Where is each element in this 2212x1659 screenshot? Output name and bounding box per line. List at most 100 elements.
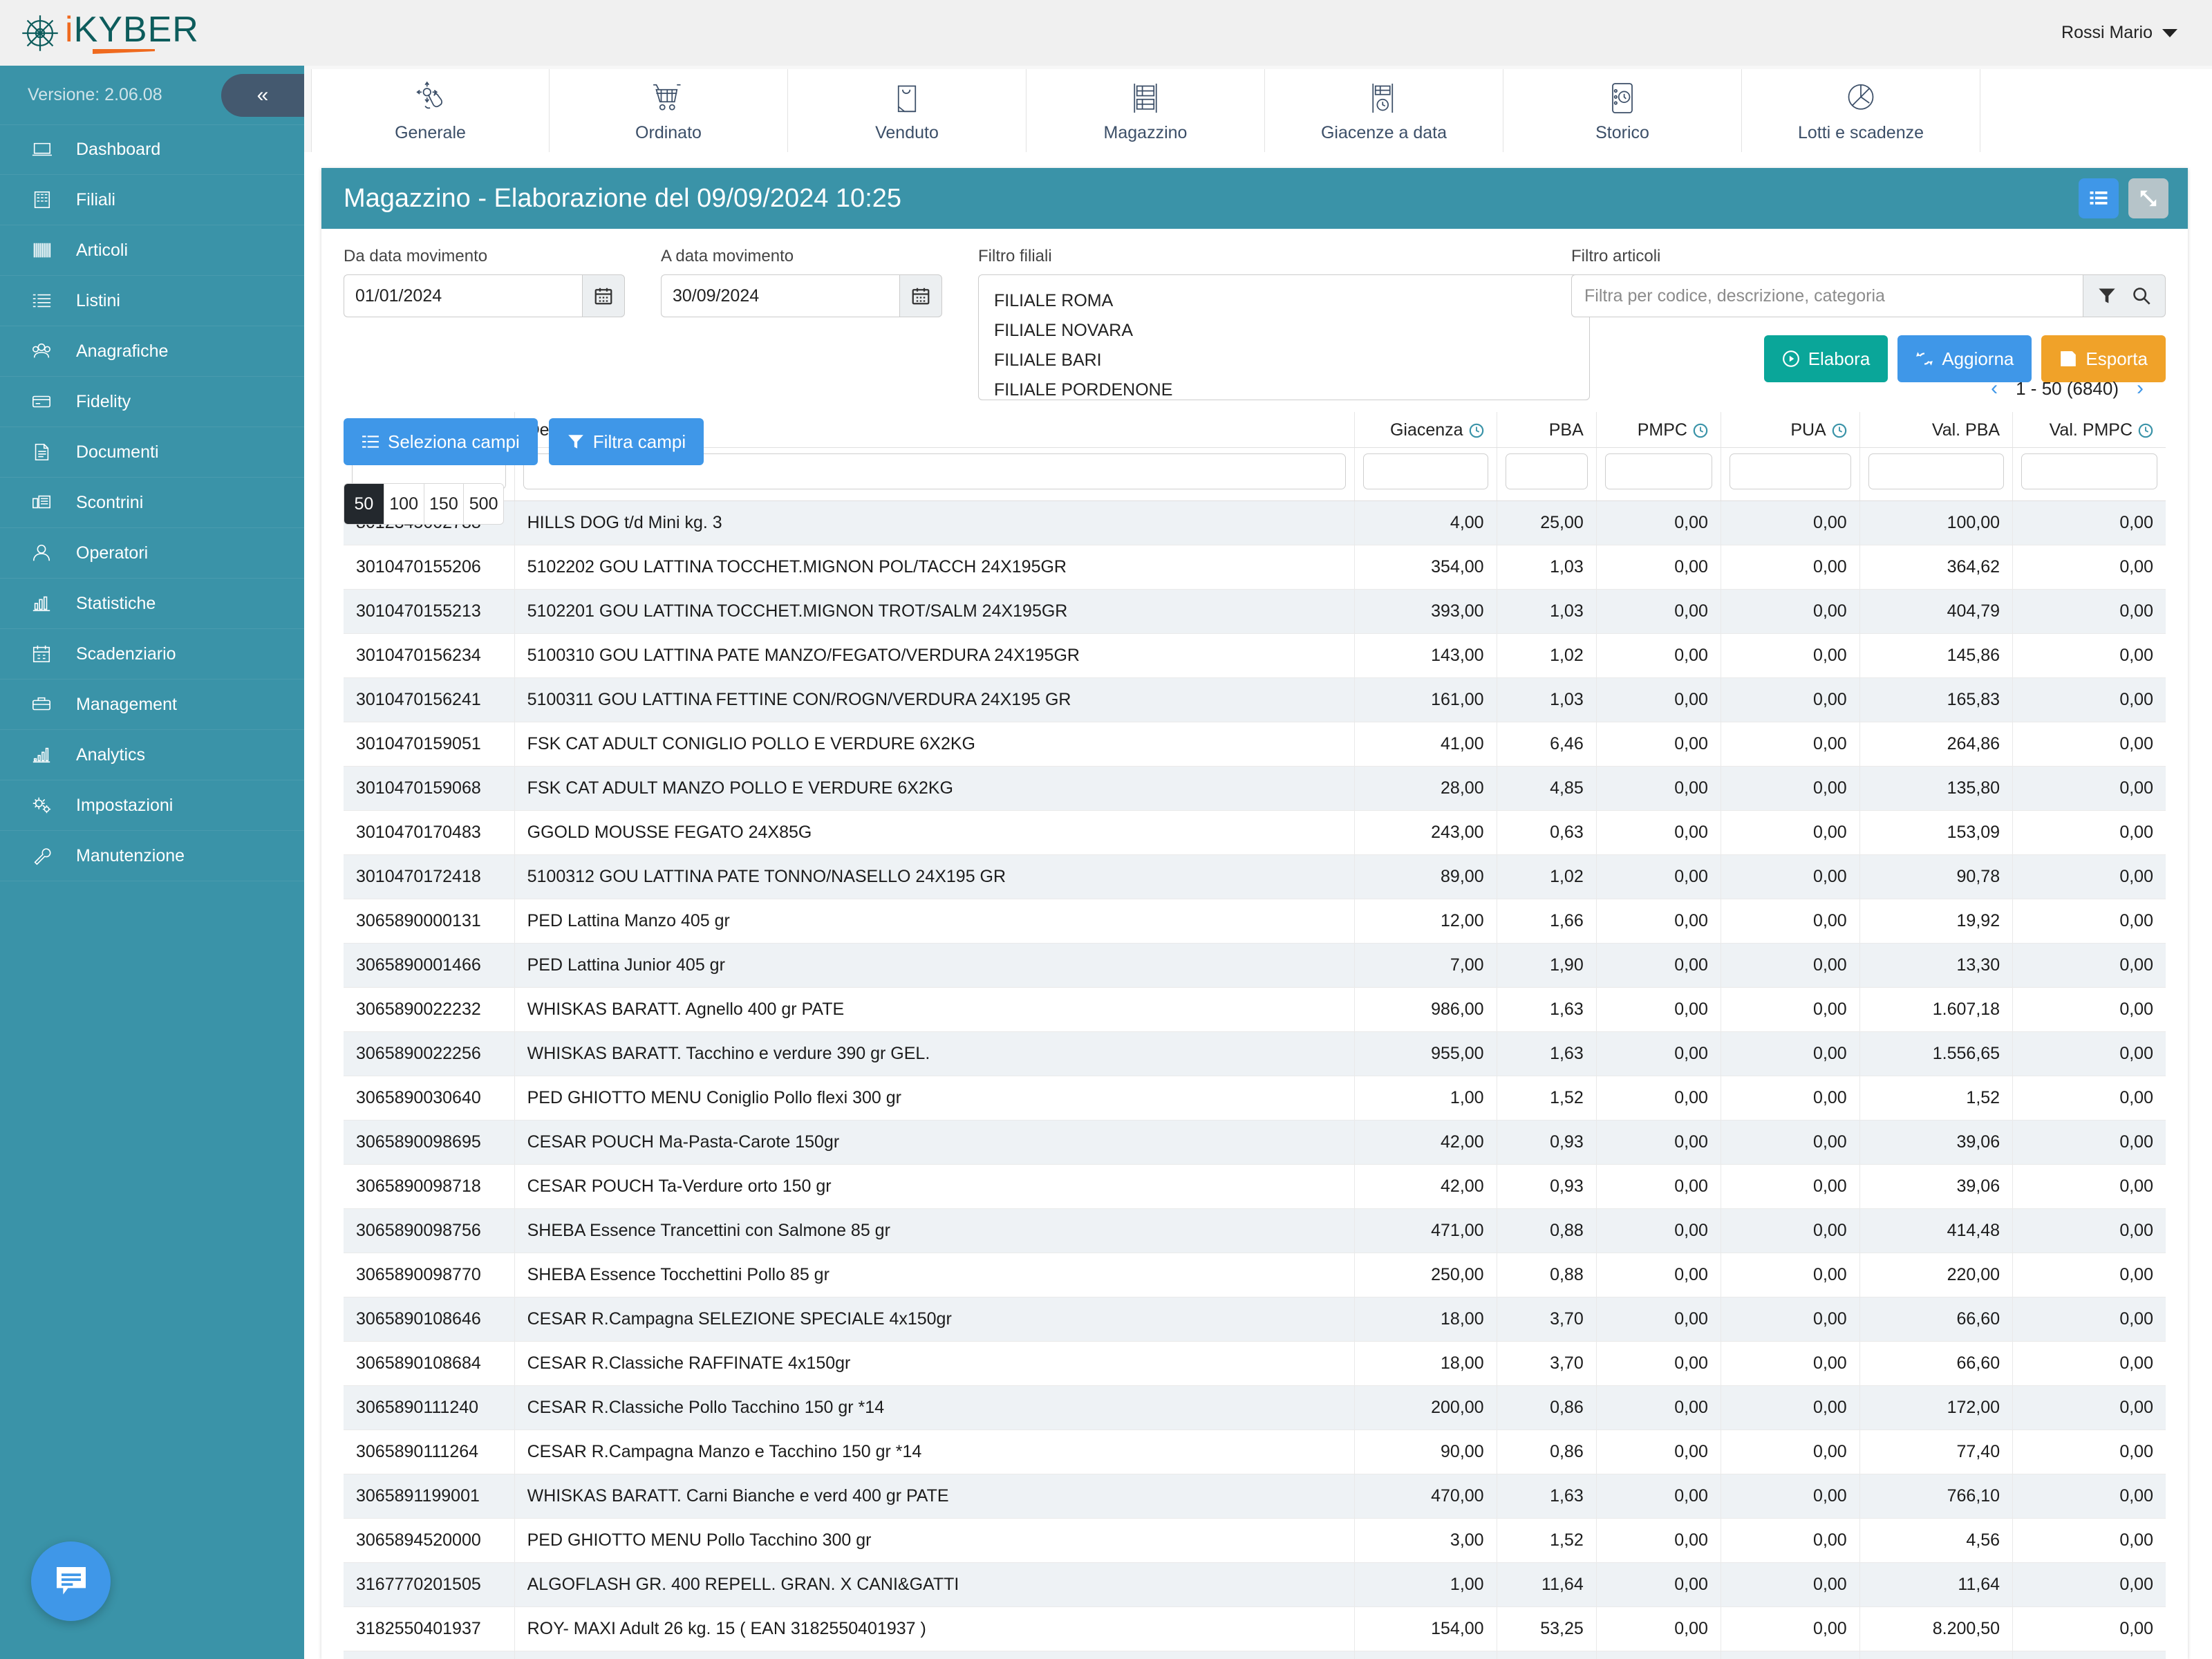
table-row[interactable]: 3065890111264 CESAR R.Campagna Manzo e Ta… — [344, 1430, 2166, 1474]
users-icon — [28, 339, 55, 364]
tab-lotti-e-scadenze[interactable]: Lotti e scadenze — [1742, 69, 1980, 152]
grid-view-button[interactable] — [2079, 178, 2119, 218]
table-cell: 18,00 — [1354, 1341, 1497, 1386]
sidebar-item-operatori[interactable]: Operatori — [0, 528, 304, 579]
table-row[interactable]: 3010470156234 5100310 GOU LATTINA PATE MA… — [344, 633, 2166, 678]
table-row[interactable]: 3010470159068 FSK CAT ADULT MANZO POLLO E… — [344, 766, 2166, 811]
filter-fields-button[interactable]: Filtra campi — [548, 418, 704, 465]
chat-button[interactable] — [31, 1541, 111, 1621]
table-row[interactable]: 3065890098695 CESAR POUCH Ma-Pasta-Carote… — [344, 1120, 2166, 1165]
table-cell: 264,86 — [1859, 722, 2014, 767]
sidebar-item-scontrini[interactable]: Scontrini — [0, 478, 304, 528]
table-row[interactable]: 3065890022256 WHISKAS BARATT. Tacchino e … — [344, 1031, 2166, 1076]
tab-generale[interactable]: Generale — [311, 69, 550, 152]
sidebar-item-analytics[interactable]: Analytics — [0, 730, 304, 780]
filiale-option[interactable]: FILIALE ROMA — [979, 286, 1589, 316]
table-row[interactable]: 3065890111240 CESAR R.Classiche Pollo Tac… — [344, 1385, 2166, 1430]
sidebar-item-impostazioni[interactable]: Impostazioni — [0, 780, 304, 831]
sidebar-item-statistiche[interactable]: Statistiche — [0, 579, 304, 629]
table-row[interactable]: 3010470172418 5100312 GOU LATTINA PATE TO… — [344, 854, 2166, 899]
table-row[interactable]: 3065890098756 SHEBA Essence Trancettini c… — [344, 1208, 2166, 1253]
sidebar-item-management[interactable]: Management — [0, 679, 304, 730]
sidebar-item-anagrafiche[interactable]: Anagrafiche — [0, 326, 304, 377]
sidebar-item-documenti[interactable]: Documenti — [0, 427, 304, 478]
table-cell: 0,00 — [1721, 1651, 1860, 1659]
table-cell: 1,03 — [1497, 589, 1597, 634]
table-row[interactable]: 3010470155206 5102202 GOU LATTINA TOCCHET… — [344, 545, 2166, 590]
table-row[interactable]: 3065890098770 SHEBA Essence Tocchettini P… — [344, 1253, 2166, 1297]
sidebar-item-filiali[interactable]: Filiali — [0, 175, 304, 225]
filiali-listbox[interactable]: FILIALE ROMA FILIALE NOVARA FILIALE BARI… — [978, 274, 1590, 400]
sidebar-item-label: Statistiche — [76, 593, 156, 613]
brand-name: KYBER — [73, 10, 199, 50]
table-row[interactable]: 3065890108646 CESAR R.Campagna SELEZIONE … — [344, 1297, 2166, 1342]
table-cell: 0,00 — [1721, 545, 1860, 590]
table-cell: 0,00 — [1721, 1474, 1860, 1519]
filiali-label: Filtro filiali — [978, 247, 1052, 265]
esporta-button[interactable]: Esporta — [2041, 335, 2166, 382]
page-size-500[interactable]: 500 — [464, 484, 503, 524]
table-row[interactable]: 8012345002788HILLS DOG t/d Mini kg. 34,0… — [344, 500, 2166, 545]
table-row[interactable]: 3065890000131 PED Lattina Manzo 405 gr 12,… — [344, 899, 2166, 944]
user-menu[interactable]: Rossi Mario — [2061, 23, 2177, 43]
chat-bubble-icon — [56, 1566, 86, 1595]
filiale-option[interactable]: FILIALE PORDENONE — [979, 375, 1589, 400]
tab-magazzino[interactable]: Magazzino — [1027, 69, 1265, 152]
sidebar-item-scadenziario[interactable]: Scadenziario — [0, 629, 304, 679]
table-row[interactable]: 3182550401937 ROY- MAXI Adult 26 kg. 15 (… — [344, 1606, 2166, 1651]
tab-venduto[interactable]: Venduto — [788, 69, 1027, 152]
table-row[interactable]: 3065890108684 CESAR R.Classiche RAFFINATE… — [344, 1341, 2166, 1386]
table-cell: 1.607,18 — [1859, 987, 2014, 1032]
double-chevron-left-icon: « — [256, 84, 269, 106]
table-row[interactable]: 3065891199001 WHISKAS BARATT. Carni Bianc… — [344, 1474, 2166, 1519]
elabora-button[interactable]: Elabora — [1763, 335, 1888, 382]
table-row[interactable]: 3167770201505 ALGOFLASH GR. 400 REPELL. G… — [344, 1562, 2166, 1607]
filiale-option[interactable]: FILIALE BARI — [979, 346, 1589, 375]
select-fields-button[interactable]: Seleziona campi — [344, 418, 538, 465]
sidebar-item-manutenzione[interactable]: Manutenzione — [0, 831, 304, 881]
table-cell: CESAR POUCH Ma-Pasta-Carote 150gr — [514, 1120, 1355, 1165]
sidebar-item-dashboard[interactable]: Dashboard — [0, 124, 304, 175]
articoli-search-input[interactable] — [1571, 274, 2083, 317]
filiale-option[interactable]: FILIALE NOVARA — [979, 316, 1589, 346]
prev-page-button[interactable]: ‹ — [1991, 377, 1998, 400]
date-to-calendar-button[interactable] — [899, 274, 942, 317]
table-row[interactable]: 3065890001466 PED Lattina Junior 405 gr 7,… — [344, 943, 2166, 988]
tab-ordinato[interactable]: Ordinato — [550, 69, 788, 152]
table-row[interactable]: 3010470155213 5102201 GOU LATTINA TOCCHET… — [344, 589, 2166, 634]
table-row[interactable]: 3065890030640 PED GHIOTTO MENU Coniglio P… — [344, 1076, 2166, 1121]
table-cell: 0,88 — [1497, 1208, 1597, 1253]
sidebar-nav: Dashboard Filiali Articoli Listini Anagrafic… — [0, 124, 304, 881]
table-cell: 1,00 — [1354, 1562, 1497, 1607]
tab-storico[interactable]: Storico — [1503, 69, 1742, 152]
page-size-50[interactable]: 50 — [344, 484, 384, 524]
funnel-icon[interactable] — [2097, 286, 2117, 306]
table-cell: 3065890111240 — [344, 1385, 515, 1430]
page-size-100[interactable]: 100 — [384, 484, 424, 524]
search-icon[interactable] — [2132, 286, 2151, 306]
date-from-input[interactable] — [344, 274, 582, 317]
sidebar-item-fidelity[interactable]: Fidelity — [0, 377, 304, 427]
table-cell: 12,00 — [1354, 899, 1497, 944]
table-row[interactable]: 3010470170483 GGOLD MOUSSE FEGATO 24X85G 2… — [344, 810, 2166, 855]
sidebar-item-label: Dashboard — [76, 140, 161, 159]
date-from-calendar-button[interactable] — [582, 274, 625, 317]
sidebar-item-label: Manutenzione — [76, 845, 185, 865]
sidebar-item-listini[interactable]: Listini — [0, 276, 304, 326]
tab-giacenze-a-data[interactable]: Giacenze a data — [1265, 69, 1503, 152]
fullscreen-button[interactable] — [2128, 178, 2168, 218]
sidebar-item-articoli[interactable]: Articoli — [0, 225, 304, 276]
table-row[interactable]: 3010470156241 5100311 GOU LATTINA FETTINE… — [344, 677, 2166, 722]
aggiorna-button[interactable]: Aggiorna — [1897, 335, 2032, 382]
tab-label: Giacenze a data — [1320, 122, 1447, 142]
date-to-input[interactable] — [661, 274, 899, 317]
table-row[interactable]: 3065890022232 WHISKAS BARATT. Agnello 400… — [344, 987, 2166, 1032]
table-cell: 0,00 — [1596, 1031, 1721, 1076]
table-row[interactable]: 3065894520000 PED GHIOTTO MENU Pollo Tacc… — [344, 1518, 2166, 1563]
sidebar-collapse-button[interactable]: « — [221, 74, 304, 117]
table-row[interactable]: 3010470159051 FSK CAT ADULT CONIGLIO POLL… — [344, 722, 2166, 767]
next-page-button[interactable]: › — [2137, 377, 2144, 400]
table-row[interactable]: 3182550402132ROY- MEDIUM19,8270,300,000,… — [344, 1651, 2166, 1659]
table-row[interactable]: 3065890098718 CESAR POUCH Ta-Verdure orto… — [344, 1164, 2166, 1209]
page-size-150[interactable]: 150 — [424, 484, 465, 524]
